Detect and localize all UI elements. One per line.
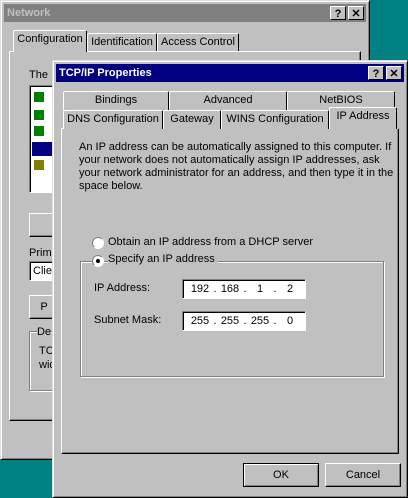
- dialog-title: TCP/IP Properties: [59, 67, 152, 79]
- tab-identification[interactable]: Identification: [87, 33, 157, 52]
- mask-octet-4[interactable]: 0: [279, 312, 301, 330]
- adapter-icon: [34, 126, 44, 136]
- ok-button[interactable]: OK: [243, 463, 319, 487]
- protocol-icon: [34, 160, 44, 170]
- tcpip-titlebar: TCP/IP Properties ? ✕: [56, 64, 404, 82]
- tab-wins-configuration[interactable]: WINS Configuration: [221, 110, 329, 129]
- tab-bindings[interactable]: Bindings: [63, 91, 169, 110]
- dhcp-radio[interactable]: [92, 237, 104, 249]
- octet-separator: .: [213, 315, 217, 327]
- network-help-button[interactable]: ?: [330, 6, 346, 20]
- ip-octet-3[interactable]: 1: [249, 280, 271, 298]
- ip-address-label: IP Address:: [94, 282, 151, 294]
- dhcp-radio-label[interactable]: Obtain an IP address from a DHCP server: [108, 236, 313, 248]
- octet-separator: .: [243, 315, 247, 327]
- adapter-icon: [34, 110, 44, 120]
- ip-address-description: An IP address can be automatically assig…: [79, 141, 394, 192]
- tab-dns-configuration[interactable]: DNS Configuration: [63, 110, 163, 129]
- octet-separator: .: [273, 283, 277, 295]
- ip-octet-1[interactable]: 192: [189, 280, 211, 298]
- tab-advanced[interactable]: Advanced: [169, 91, 287, 110]
- radio-selected-dot: [96, 259, 100, 263]
- ip-octet-2[interactable]: 168: [219, 280, 241, 298]
- ip-octet-4[interactable]: 2: [279, 280, 301, 298]
- octet-separator: .: [213, 283, 217, 295]
- help-button[interactable]: ?: [368, 66, 384, 80]
- network-title: Network: [7, 7, 51, 19]
- tab-configuration[interactable]: Configuration: [13, 30, 87, 52]
- octet-separator: .: [273, 315, 277, 327]
- cancel-button[interactable]: Cancel: [325, 463, 401, 487]
- mask-octet-1[interactable]: 255: [189, 312, 211, 330]
- close-button[interactable]: ✕: [386, 66, 402, 80]
- network-components-label: The: [29, 69, 48, 81]
- octet-separator: .: [243, 283, 247, 295]
- ip-address-field[interactable]: 192 . 168 . 1 . 2: [182, 279, 306, 299]
- mask-octet-3[interactable]: 255: [249, 312, 271, 330]
- specify-ip-radio[interactable]: [92, 255, 104, 267]
- tcpip-properties-dialog: TCP/IP Properties ? ✕ Bindings Advanced …: [52, 60, 408, 498]
- network-titlebar: Network ? ✕: [4, 4, 366, 22]
- subnet-mask-field[interactable]: 255 . 255 . 255 . 0: [182, 311, 306, 331]
- description-label: De: [37, 326, 52, 338]
- subnet-mask-label: Subnet Mask:: [94, 314, 162, 326]
- mask-octet-2[interactable]: 255: [219, 312, 241, 330]
- tab-ip-address[interactable]: IP Address: [329, 107, 397, 129]
- network-close-button[interactable]: ✕: [348, 6, 364, 20]
- adapter-icon: [34, 92, 44, 102]
- tab-gateway[interactable]: Gateway: [163, 110, 221, 129]
- tab-access-control[interactable]: Access Control: [157, 33, 239, 52]
- ip-address-tab-panel: An IP address can be automatically assig…: [61, 128, 399, 454]
- specify-ip-radio-label[interactable]: Specify an IP address: [108, 253, 218, 265]
